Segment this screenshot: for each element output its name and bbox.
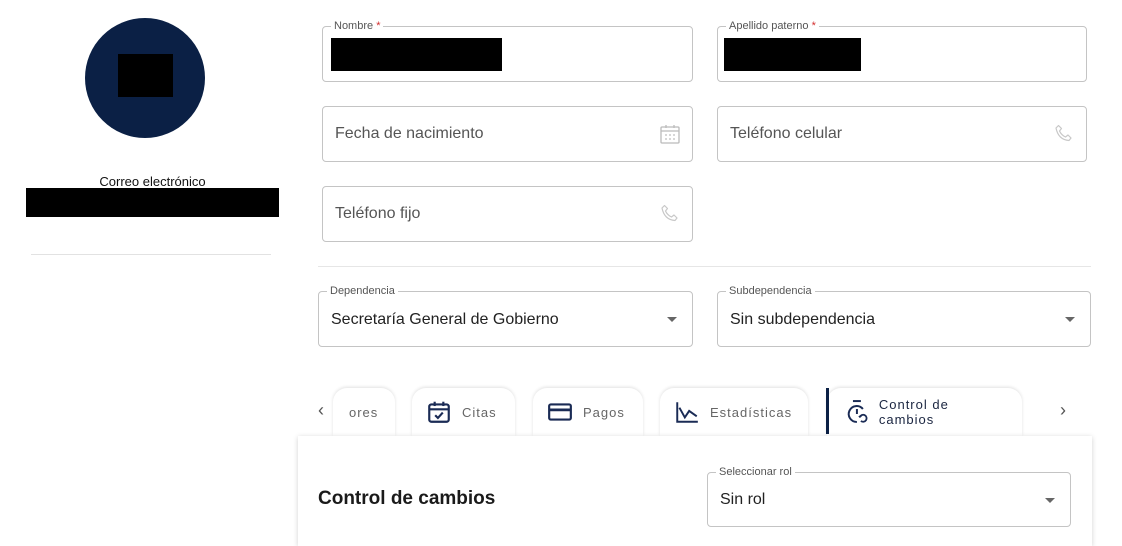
seleccionar-rol-label: Seleccionar rol [716, 466, 795, 478]
dropdown-arrow-icon[interactable] [1065, 317, 1075, 322]
nombre-label: Nombre * [331, 20, 384, 32]
required-mark: * [811, 20, 816, 32]
tab-label: Estadísticas [710, 404, 793, 420]
nombre-value-redacted [331, 38, 502, 71]
apellido-paterno-field[interactable]: Apellido paterno * [717, 20, 1087, 82]
dependencia-select[interactable]: Dependencia Secretaría General de Gobier… [318, 285, 693, 347]
active-tab-indicator [826, 388, 829, 434]
telefono-celular-placeholder: Teléfono celular [730, 125, 843, 142]
phone-icon [661, 204, 678, 222]
timer-sync-icon [847, 400, 868, 423]
tab-ores[interactable]: ores [333, 388, 395, 436]
email-value-redacted [26, 188, 279, 217]
calendar-icon[interactable] [658, 122, 682, 146]
tab-label: ores [349, 404, 379, 420]
telefono-fijo-placeholder: Teléfono fijo [335, 205, 421, 222]
apellido-paterno-value-redacted [724, 38, 861, 71]
dependencia-value: Secretaría General de Gobierno [331, 311, 559, 328]
tabs-next-arrow-icon[interactable]: › [1060, 400, 1066, 421]
subdependencia-label: Subdependencia [726, 285, 815, 297]
seleccionar-rol-select[interactable]: Seleccionar rol Sin rol [707, 466, 1071, 527]
tab-label: Citas [462, 404, 497, 420]
dropdown-arrow-icon[interactable] [667, 317, 677, 322]
subdependencia-value: Sin subdependencia [730, 311, 876, 328]
tab-citas[interactable]: Citas [412, 388, 515, 436]
profile-divider [31, 254, 271, 255]
nombre-field[interactable]: Nombre * [322, 20, 693, 82]
dropdown-arrow-icon[interactable] [1045, 498, 1055, 503]
tab-estadisticas[interactable]: Estadísticas [660, 388, 808, 436]
seleccionar-rol-value: Sin rol [720, 491, 766, 508]
fecha-nacimiento-field[interactable]: Fecha de nacimiento [322, 106, 693, 162]
email-label: Correo electrónico [99, 174, 206, 189]
section-divider [318, 266, 1091, 267]
telefono-celular-field[interactable]: Teléfono celular [717, 106, 1087, 162]
tab-pagos[interactable]: Pagos [533, 388, 643, 436]
avatar-initials-redacted [118, 54, 173, 97]
dependencia-label: Dependencia [327, 285, 398, 297]
apellido-paterno-label: Apellido paterno * [726, 20, 819, 32]
tab-label: Pagos [583, 404, 625, 420]
credit-card-icon [548, 403, 572, 421]
phone-icon [1055, 124, 1072, 142]
calendar-check-icon [428, 401, 450, 423]
required-mark: * [376, 20, 381, 32]
tab-label: Control de cambios [878, 397, 949, 427]
chart-line-icon [676, 402, 698, 423]
tab-control-de-cambios[interactable]: Control de cambios [826, 388, 1022, 436]
telefono-fijo-field[interactable]: Teléfono fijo [322, 186, 693, 242]
tabs-prev-arrow-icon[interactable]: ‹ [318, 400, 324, 421]
subdependencia-select[interactable]: Subdependencia Sin subdependencia [717, 285, 1091, 347]
panel-title: Control de cambios [318, 488, 496, 509]
fecha-nacimiento-placeholder: Fecha de nacimiento [335, 125, 484, 142]
